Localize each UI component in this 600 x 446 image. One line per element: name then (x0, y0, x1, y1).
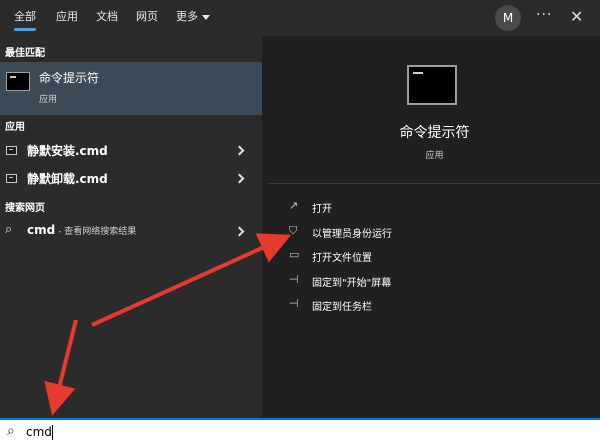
app-result-label: 静默卸载.cmd (27, 172, 108, 186)
action-pin-to-taskbar[interactable]: ⊣ 固定到任务栏 (289, 296, 579, 316)
tab-more[interactable]: 更多 (176, 9, 210, 25)
cmd-file-icon (6, 174, 17, 183)
action-run-as-admin[interactable]: ⛉ 以管理员身份运行 (289, 223, 579, 243)
action-label: 打开文件位置 (312, 253, 372, 264)
best-match-item[interactable]: 命令提示符 应用 (0, 62, 262, 115)
action-label: 固定到任务栏 (312, 302, 372, 313)
web-result-item[interactable]: ⌕ cmd - 查看网络搜索结果 (0, 219, 262, 245)
divider (269, 183, 600, 184)
open-icon: ↗ (289, 199, 299, 212)
best-match-title: 命令提示符 (39, 71, 100, 85)
tab-web[interactable]: 网页 (136, 9, 158, 25)
pin-icon: ⊣ (289, 297, 299, 310)
action-label: 打开 (312, 204, 332, 215)
action-pin-to-start[interactable]: ⊣ 固定到"开始"屏幕 (289, 272, 579, 292)
tab-documents[interactable]: 文档 (96, 9, 118, 25)
folder-icon: ▭ (289, 248, 300, 261)
cmd-file-icon (6, 146, 17, 155)
results-panel: 最佳匹配 命令提示符 应用 应用 静默安装.cmd 静默卸载.cmd 搜索网页 … (0, 36, 262, 418)
preview-app-title: 命令提示符 (399, 125, 470, 141)
web-result-label: cmd - 查看网络搜索结果 (27, 223, 136, 237)
action-label: 固定到"开始"屏幕 (312, 278, 392, 289)
search-icon: ⌕ (7, 423, 15, 439)
chevron-right-icon[interactable] (234, 226, 245, 237)
preview-panel: 命令提示符 应用 ↗ 打开 ⛉ 以管理员身份运行 ▭ 打开文件位置 ⊣ 固定到"… (269, 36, 600, 418)
tab-all[interactable]: 全部 (14, 9, 36, 31)
app-result-item[interactable]: 静默安装.cmd (0, 138, 262, 164)
command-prompt-large-icon (407, 65, 457, 105)
command-prompt-icon (6, 72, 30, 91)
action-open[interactable]: ↗ 打开 (289, 198, 579, 218)
action-label: 以管理员身份运行 (312, 229, 392, 240)
filter-bar: 全部 应用 文档 网页 更多 M ··· ✕ (0, 0, 600, 36)
text-caret (52, 425, 53, 440)
best-match-subtitle: 应用 (39, 95, 58, 105)
apps-header: 应用 (5, 122, 25, 133)
web-search-header: 搜索网页 (5, 203, 45, 214)
chevron-down-icon (202, 14, 210, 20)
web-result-suffix: - 查看网络搜索结果 (55, 227, 137, 237)
chevron-right-icon[interactable] (234, 173, 245, 184)
search-input[interactable]: cmd (26, 425, 52, 439)
shield-admin-icon: ⛉ (289, 224, 298, 237)
chevron-right-icon[interactable] (234, 145, 245, 156)
search-box[interactable]: ⌕ cmd (0, 418, 600, 446)
tab-apps[interactable]: 应用 (56, 9, 78, 25)
avatar[interactable]: M (495, 5, 521, 31)
action-open-file-location[interactable]: ▭ 打开文件位置 (289, 247, 579, 267)
best-match-header: 最佳匹配 (5, 48, 45, 59)
app-result-item[interactable]: 静默卸载.cmd (0, 166, 262, 192)
pin-icon: ⊣ (289, 273, 299, 286)
search-icon: ⌕ (5, 222, 13, 237)
web-query: cmd (27, 223, 56, 237)
tab-more-label: 更多 (176, 10, 198, 23)
preview-app-subtitle: 应用 (425, 151, 444, 161)
close-icon[interactable]: ✕ (570, 7, 583, 26)
app-result-label: 静默安装.cmd (27, 144, 108, 158)
more-options-icon[interactable]: ··· (536, 7, 552, 23)
